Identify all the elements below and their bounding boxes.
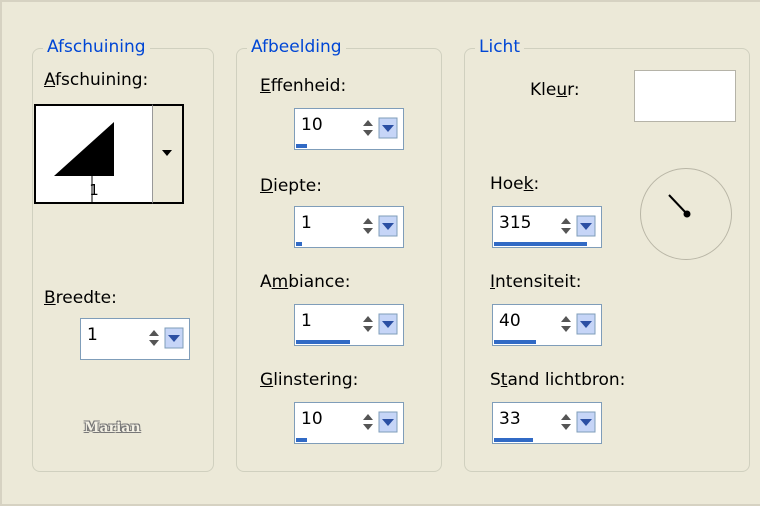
depth-level-bar [296, 242, 302, 246]
light-group-title: Licht [475, 37, 524, 57]
spinner-up-down-icon[interactable] [559, 313, 597, 335]
spinner-up-down-icon[interactable] [361, 215, 399, 237]
ambience-level-bar [296, 340, 350, 344]
width-value: 1 [87, 325, 98, 345]
smoothness-spinner[interactable]: 10 [294, 108, 404, 150]
light-color-swatch[interactable] [634, 70, 736, 122]
ambience-label: Ambiance: [260, 272, 351, 292]
intensity-spinner[interactable]: 40 [492, 304, 602, 346]
smoothness-value: 10 [301, 115, 323, 135]
width-label: Breedte: [44, 288, 117, 308]
color-label: Kleur: [530, 80, 580, 100]
image-group-title: Afbeelding [247, 37, 346, 57]
bevel-label: Afschuining: [44, 70, 149, 90]
dropdown-arrow-icon [162, 150, 172, 156]
bevel-group-title: Afschuining [43, 37, 150, 57]
ambience-value: 1 [301, 311, 312, 331]
angle-value: 315 [499, 213, 532, 233]
bevel-preview[interactable]: 1 [34, 104, 154, 204]
spinner-up-down-icon[interactable] [361, 411, 399, 433]
bevel-preview-number: 1 [89, 181, 99, 199]
intensity-label: Intensiteit: [490, 272, 582, 292]
spinner-up-down-icon[interactable] [559, 215, 597, 237]
intensity-value: 40 [499, 311, 521, 331]
marian-watermark-logo: Marian [84, 420, 141, 436]
bevel-dropdown-button[interactable] [152, 104, 184, 204]
dial-needle-icon [668, 194, 691, 218]
depth-spinner[interactable]: 1 [294, 206, 404, 248]
ambience-spinner[interactable]: 1 [294, 304, 404, 346]
shine-spinner[interactable]: 10 [294, 402, 404, 444]
angle-dial[interactable] [640, 168, 732, 260]
depth-label: Diepte: [260, 176, 322, 196]
intensity-level-bar [494, 340, 536, 344]
smoothness-label: Effenheid: [260, 76, 347, 96]
depth-value: 1 [301, 213, 312, 233]
spinner-up-down-icon[interactable] [361, 313, 399, 335]
spinner-up-down-icon[interactable] [361, 117, 399, 139]
shine-value: 10 [301, 409, 323, 429]
shine-label: Glinstering: [260, 370, 359, 390]
smoothness-level-bar [296, 144, 307, 148]
angle-spinner[interactable]: 315 [492, 206, 602, 248]
elevation-level-bar [494, 438, 533, 442]
spinner-up-down-icon[interactable] [559, 411, 597, 433]
elevation-label: Stand lichtbron: [490, 370, 626, 390]
width-spinner[interactable]: 1 [80, 318, 190, 360]
spinner-up-down-icon[interactable] [147, 327, 185, 349]
angle-label: Hoek: [490, 174, 540, 194]
shine-level-bar [296, 438, 307, 442]
angle-level-bar [494, 242, 587, 246]
elevation-value: 33 [499, 409, 521, 429]
elevation-spinner[interactable]: 33 [492, 402, 602, 444]
